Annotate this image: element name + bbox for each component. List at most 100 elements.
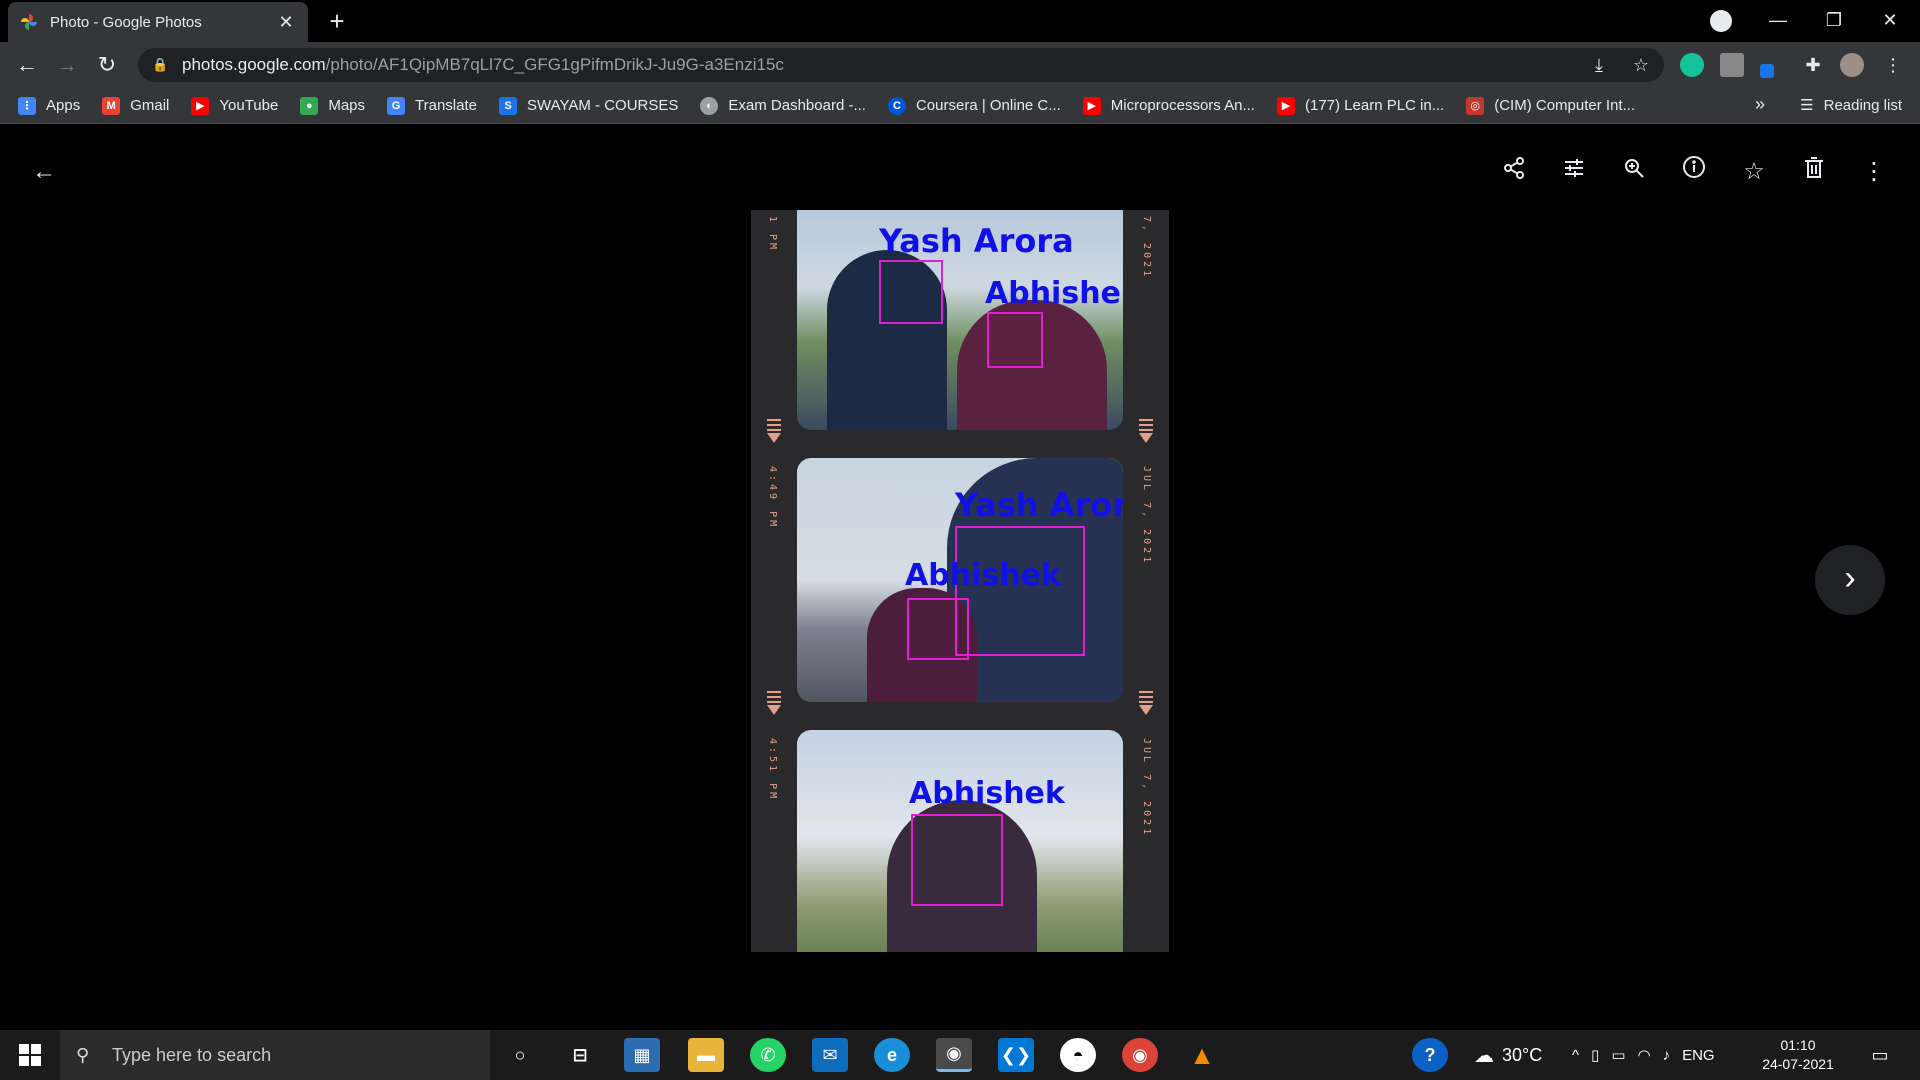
bookmark-gmail[interactable]: M Gmail xyxy=(102,96,169,115)
cortana-icon[interactable]: ○ xyxy=(502,1038,538,1072)
apps-grid-icon: ⋮ xyxy=(18,96,36,115)
info-icon[interactable] xyxy=(1674,152,1714,192)
volume-icon[interactable]: ♪ xyxy=(1663,1047,1671,1064)
language-indicator[interactable]: ENG xyxy=(1682,1047,1715,1064)
url-host: photos.google.com xyxy=(182,55,326,74)
next-photo-button[interactable]: › xyxy=(1815,545,1885,615)
frame-time: 4:51 PM xyxy=(767,738,778,802)
bookmark-cim[interactable]: ◎ (CIM) Computer Int... xyxy=(1466,96,1635,115)
frame-time: 1 PM xyxy=(767,216,778,253)
battery-icon[interactable]: ▭ xyxy=(1611,1046,1625,1064)
taskbar-search[interactable]: ⚲ Type here to search xyxy=(60,1030,490,1080)
bookmark-maps[interactable]: ● Maps xyxy=(300,96,365,115)
face-box xyxy=(879,260,943,324)
film-marker-icon xyxy=(767,419,781,443)
more-vert-icon[interactable]: ⋮ xyxy=(1854,152,1894,192)
bookmark-learn-plc[interactable]: ▶ (177) Learn PLC in... xyxy=(1276,96,1444,115)
back-button[interactable]: ← xyxy=(12,50,42,80)
film-marker-icon xyxy=(1139,691,1153,715)
face-box xyxy=(987,312,1043,368)
taskbar: ⚲ Type here to search ○ ⊟ ▦ ▬ ✆ ✉ e ◉ ❮❯… xyxy=(0,1030,1920,1080)
maps-icon: ● xyxy=(300,96,319,115)
share-icon[interactable] xyxy=(1494,152,1534,192)
whatsapp-icon[interactable]: ✆ xyxy=(750,1038,786,1072)
grammarly-icon[interactable] xyxy=(1680,53,1704,77)
back-arrow-icon[interactable]: ← xyxy=(24,152,64,192)
file-explorer-icon[interactable]: ▬ xyxy=(688,1038,724,1072)
edit-sliders-icon[interactable] xyxy=(1554,152,1594,192)
vlc-icon[interactable]: ▲ xyxy=(1184,1038,1220,1072)
chrome-icon[interactable]: ◉ xyxy=(936,1038,972,1072)
lock-icon[interactable]: 🔒 xyxy=(152,57,168,73)
wifi-icon[interactable]: ◠ xyxy=(1638,1046,1651,1064)
bookmark-exam-dashboard[interactable]: ◐ Exam Dashboard -... xyxy=(700,96,866,115)
face-label: Abhishek xyxy=(905,558,1061,593)
restore-button[interactable]: ❐ xyxy=(1806,0,1862,40)
photo-filmstrip: Yash Arora Abhishek 1 PM 7, 2021 Yash Ar… xyxy=(751,210,1169,952)
new-tab-button[interactable]: + xyxy=(322,6,352,36)
youtube-icon: ▶ xyxy=(1082,96,1101,115)
address-bar[interactable]: 🔒 photos.google.com/photo/AF1QipMB7qLl7C… xyxy=(138,48,1664,82)
photo-viewer: ← ☆ ⋮ › Yash Arora Abhishek 1 PM 7, 2021 xyxy=(0,124,1920,1030)
puzzle-icon[interactable]: ✚ xyxy=(1800,52,1826,78)
more-bookmarks-icon[interactable]: » xyxy=(1755,94,1765,115)
help-icon[interactable]: ? xyxy=(1412,1038,1448,1072)
delete-icon[interactable] xyxy=(1794,152,1834,192)
media-control-icon[interactable] xyxy=(1710,10,1732,32)
mail-icon[interactable]: ✉ xyxy=(812,1038,848,1072)
store-icon[interactable]: ▦ xyxy=(624,1038,660,1072)
minimize-button[interactable]: — xyxy=(1750,0,1806,40)
bookmark-translate[interactable]: G Translate xyxy=(387,96,477,115)
weather-cloud-icon: ☁ xyxy=(1474,1044,1494,1067)
reading-list-icon: ☰ xyxy=(1800,97,1814,114)
film-marker-icon xyxy=(767,691,781,715)
avatar[interactable] xyxy=(1840,53,1864,77)
menu-dots-icon[interactable]: ⋮ xyxy=(1880,52,1906,78)
bookmark-microprocessors[interactable]: ▶ Microprocessors An... xyxy=(1082,96,1255,115)
globe-icon: ◐ xyxy=(700,96,719,115)
star-icon[interactable]: ☆ xyxy=(1734,152,1774,192)
task-view-icon[interactable]: ⊟ xyxy=(562,1038,598,1072)
google-photos-icon xyxy=(20,13,38,31)
translate-icon: G xyxy=(387,96,406,115)
browser-toolbar: ← → ↻ 🔒 photos.google.com/photo/AF1QipMB… xyxy=(0,42,1920,88)
forward-button[interactable]: → xyxy=(52,50,82,80)
edge-icon[interactable]: e xyxy=(874,1038,910,1072)
face-box xyxy=(911,814,1003,906)
clock[interactable]: 01:10 24-07-2021 xyxy=(1758,1036,1838,1074)
notifications-icon[interactable]: ▭ xyxy=(1862,1038,1898,1072)
frame-time: 4:49 PM xyxy=(767,466,778,530)
bookmark-youtube[interactable]: ▶ YouTube xyxy=(191,96,278,115)
weather-widget[interactable]: ☁ 30°C xyxy=(1474,1030,1542,1080)
zoom-icon[interactable] xyxy=(1614,152,1654,192)
tray-icons[interactable]: ^ ▯ ▭ ◠ ♪ ENG xyxy=(1572,1030,1715,1080)
extension-pen-icon[interactable] xyxy=(1760,64,1774,78)
bookmarks-bar: ⋮ Apps M Gmail ▶ YouTube ● Maps G Translate S… xyxy=(0,88,1920,124)
device-icon[interactable]: ▯ xyxy=(1591,1046,1599,1064)
bookmark-star-icon[interactable]: ☆ xyxy=(1628,52,1654,78)
photo-frame-1: Yash Arora Abhishek xyxy=(797,210,1123,430)
bookmark-apps[interactable]: ⋮ Apps xyxy=(18,96,80,115)
tab-strip: Photo - Google Photos ✕ + — ❐ ✕ xyxy=(0,0,1920,42)
install-icon[interactable]: ⤓ xyxy=(1586,52,1612,78)
extension-icon[interactable] xyxy=(1720,53,1744,77)
swayam-icon: S xyxy=(499,96,517,115)
vscode-icon[interactable]: ❮❯ xyxy=(998,1038,1034,1072)
clock-date: 24-07-2021 xyxy=(1762,1056,1834,1072)
face-label: Yash Arora xyxy=(879,222,1074,260)
reload-button[interactable]: ↻ xyxy=(92,50,122,80)
reading-list-button[interactable]: ☰ Reading list xyxy=(1800,96,1902,115)
windows-start-button[interactable] xyxy=(0,1030,60,1080)
bookmark-coursera[interactable]: C Coursera | Online C... xyxy=(887,96,1061,115)
search-icon: ⚲ xyxy=(76,1044,90,1065)
github-icon[interactable]: ◓ xyxy=(1060,1038,1096,1072)
chevron-up-icon[interactable]: ^ xyxy=(1572,1047,1579,1064)
close-window-button[interactable]: ✕ xyxy=(1862,0,1918,40)
frame-date: JUL 7, 2021 xyxy=(1141,738,1152,838)
close-tab-icon[interactable]: ✕ xyxy=(276,12,296,33)
film-marker-icon xyxy=(1139,419,1153,443)
browser-tab[interactable]: Photo - Google Photos ✕ xyxy=(8,2,308,42)
tab-title: Photo - Google Photos xyxy=(50,13,202,31)
chrome-profile-icon[interactable]: ◉ xyxy=(1122,1038,1158,1072)
bookmark-swayam[interactable]: S SWAYAM - COURSES xyxy=(499,96,678,115)
